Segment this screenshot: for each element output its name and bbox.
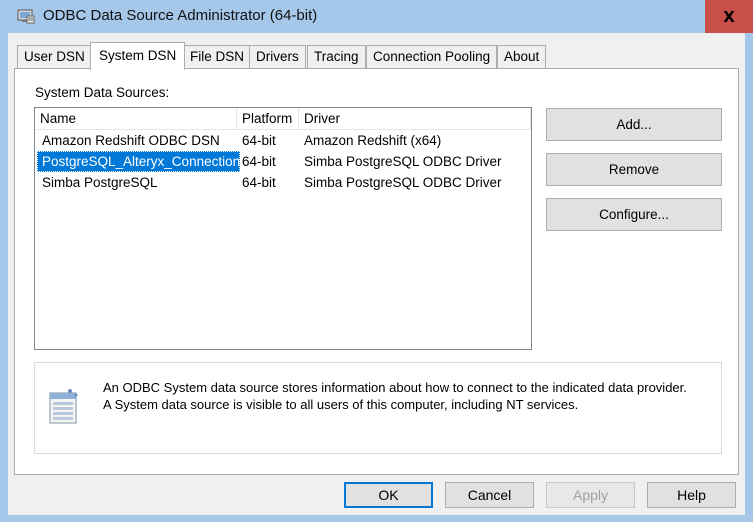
data-source-info-icon [46, 387, 82, 427]
tab-about[interactable]: About [497, 45, 547, 68]
tab-system-dsn[interactable]: System DSN [90, 42, 186, 70]
row-driver: Simba PostgreSQL ODBC Driver [304, 154, 502, 169]
list-header: Name Platform Driver [35, 108, 531, 130]
tab-user-dsn[interactable]: User DSN [17, 45, 92, 68]
system-data-sources-label: System Data Sources: [35, 85, 170, 100]
column-header-driver[interactable]: Driver [299, 108, 531, 130]
column-header-name[interactable]: Name [35, 108, 237, 130]
info-line-1: An ODBC System data source stores inform… [103, 380, 687, 395]
close-button[interactable]: X [705, 0, 753, 33]
remove-button[interactable]: Remove [546, 153, 722, 186]
tab-label: System DSN [99, 48, 177, 63]
row-name: PostgreSQL_Alteryx_Connection [37, 151, 241, 172]
row-name: Simba PostgreSQL [42, 175, 158, 190]
row-driver: Simba PostgreSQL ODBC Driver [304, 175, 502, 190]
tab-label: About [504, 49, 540, 64]
row-driver: Amazon Redshift (x64) [304, 133, 442, 148]
odbc-admin-icon [17, 8, 35, 24]
tab-file-dsn[interactable]: File DSN [183, 45, 252, 68]
tab-drivers[interactable]: Drivers [249, 45, 306, 68]
dialog-client-area: User DSN System DSN File DSN Drivers Tra… [8, 33, 745, 515]
window-title: ODBC Data Source Administrator (64-bit) [43, 7, 318, 24]
row-name: Amazon Redshift ODBC DSN [42, 133, 220, 148]
row-platform: 64-bit [242, 133, 276, 148]
tab-label: File DSN [190, 49, 245, 64]
table-row[interactable]: Simba PostgreSQL 64-bit Simba PostgreSQL… [35, 172, 531, 193]
help-button[interactable]: Help [647, 482, 736, 508]
cancel-button[interactable]: Cancel [445, 482, 534, 508]
info-description: An ODBC System data source stores inform… [103, 379, 713, 413]
table-row[interactable]: Amazon Redshift ODBC DSN 64-bit Amazon R… [35, 130, 531, 151]
system-data-sources-list[interactable]: Name Platform Driver Amazon Redshift ODB… [34, 107, 532, 350]
tab-label: Connection Pooling [373, 49, 491, 64]
add-button[interactable]: Add... [546, 108, 722, 141]
tab-tracing[interactable]: Tracing [307, 45, 366, 68]
column-header-platform[interactable]: Platform [237, 108, 299, 130]
system-dsn-panel: System Data Sources: Name Platform Drive… [14, 68, 739, 475]
info-line-2: A System data source is visible to all u… [103, 397, 579, 412]
row-platform: 64-bit [242, 175, 276, 190]
apply-button[interactable]: Apply [546, 482, 635, 508]
tab-label: Drivers [256, 49, 299, 64]
table-row-selected[interactable]: PostgreSQL_Alteryx_Connection 64-bit Sim… [35, 151, 531, 172]
odbc-admin-window: ODBC Data Source Administrator (64-bit) … [0, 0, 753, 522]
ok-button[interactable]: OK [344, 482, 433, 508]
row-platform: 64-bit [242, 154, 276, 169]
configure-button[interactable]: Configure... [546, 198, 722, 231]
title-bar[interactable]: ODBC Data Source Administrator (64-bit) … [0, 0, 753, 33]
tab-label: User DSN [24, 49, 85, 64]
info-panel: An ODBC System data source stores inform… [34, 362, 722, 454]
close-icon: X [723, 7, 735, 26]
tab-connection-pooling[interactable]: Connection Pooling [366, 45, 498, 68]
tab-label: Tracing [314, 49, 359, 64]
